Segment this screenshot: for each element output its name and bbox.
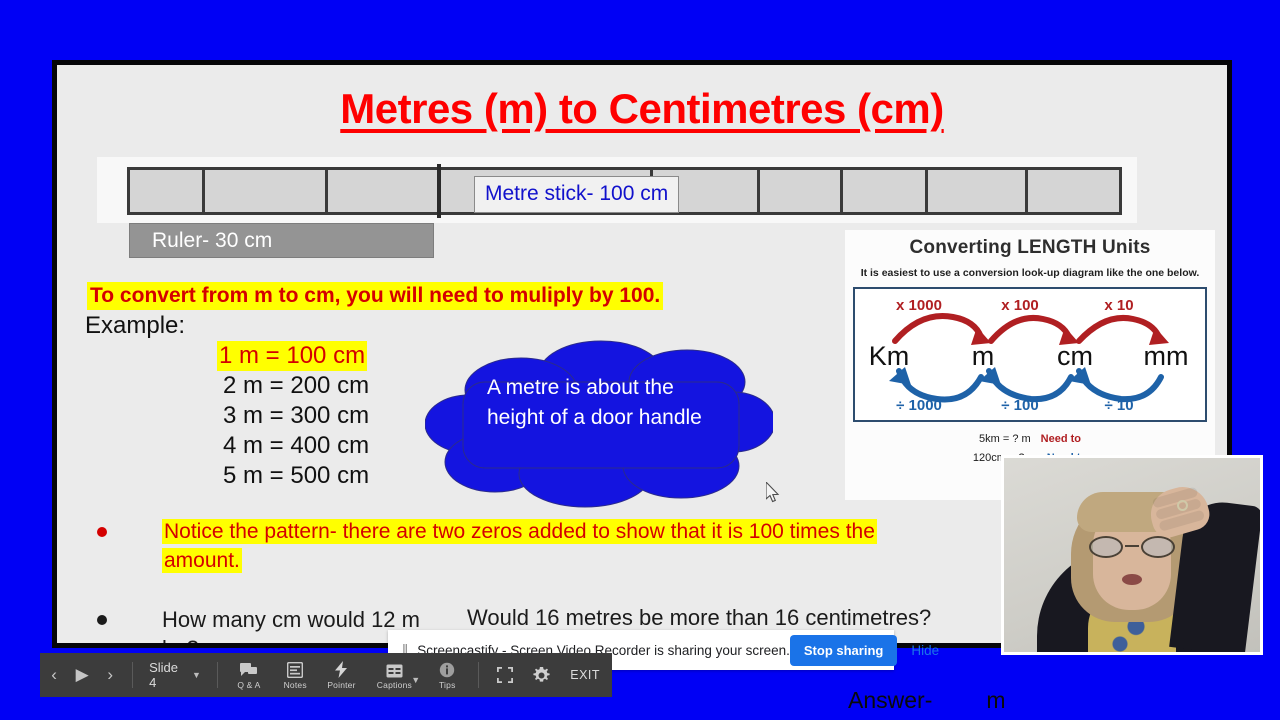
bullet-icon	[97, 527, 107, 537]
cloud-callout: A metre is about the height of a door ha…	[425, 338, 773, 510]
answer-line: Answer-m	[848, 687, 1006, 714]
example-row: 3 m = 300 cm	[223, 402, 370, 429]
example-row: 1 m = 100 cm	[217, 341, 368, 371]
convert-rule-text: To convert from m to cm, you will need t…	[87, 282, 664, 310]
toolbar-divider	[216, 662, 218, 688]
example-row: 2 m = 200 cm	[223, 372, 370, 399]
length-example-row: 5km = ? m Need to	[845, 430, 1215, 449]
length-card-title: Converting LENGTH Units	[909, 237, 1151, 258]
answer-unit: m	[986, 687, 1006, 713]
notes-label: Notes	[283, 679, 307, 690]
glasses-icon	[1089, 536, 1175, 558]
unit-label-m: m	[971, 341, 995, 371]
presentation-screen: Metres (m) to Centimetres (cm) Metre sti…	[0, 0, 1280, 720]
chevron-down-icon[interactable]: ▼	[411, 675, 420, 685]
example-label: Example:	[85, 312, 186, 339]
ruler-tick-major	[437, 164, 441, 218]
ruler-tick	[202, 170, 205, 212]
ruler-tick	[325, 170, 328, 212]
qa-label: Q & A	[237, 679, 261, 690]
ruler-tick	[757, 170, 760, 212]
unit-label-cm: cm	[1057, 341, 1093, 371]
question-right: Would 16 metres be more than 16 centimet…	[467, 605, 932, 630]
notes-icon	[287, 661, 304, 678]
stop-sharing-button[interactable]: Stop sharing	[789, 634, 898, 666]
tips-label: Tips	[438, 679, 456, 690]
ruler-bar: Ruler- 30 cm	[129, 223, 434, 258]
webcam-person-mouth	[1122, 574, 1142, 585]
ruler-tick	[1025, 170, 1028, 212]
unit-label-km: Km	[868, 341, 910, 371]
divide-label: ÷ 100	[1001, 397, 1039, 414]
exit-button[interactable]: EXIT	[570, 668, 600, 682]
previous-slide-button[interactable]: ‹	[40, 665, 68, 685]
example-list: 1 m = 100 cm 2 m = 200 cm 3 m = 300 cm 4…	[217, 341, 369, 491]
length-card-subtitle: It is easiest to use a conversion look-u…	[860, 267, 1200, 279]
settings-gear-button[interactable]	[533, 666, 550, 684]
chevron-down-icon: ▼	[192, 670, 201, 680]
length-example-answer: Need to	[1040, 433, 1081, 445]
presenter-toolbar: ‹ ▶ › Slide 4 ▼ Q & A Notes Pointer Capt…	[40, 653, 612, 697]
captions-icon	[386, 661, 403, 678]
pointer-label: Pointer	[327, 679, 356, 690]
captions-button[interactable]: Captions ▼	[365, 661, 425, 690]
length-conversion-diagram: x 1000 x 100 x 10 Km m cm mm ÷ 1000 ÷ 10…	[853, 287, 1207, 422]
mouse-cursor	[765, 480, 780, 503]
pointer-button[interactable]: Pointer	[318, 660, 364, 690]
notes-button[interactable]: Notes	[272, 661, 318, 690]
fullscreen-button[interactable]	[497, 666, 514, 684]
next-slide-button[interactable]: ›	[96, 665, 124, 685]
unit-label-mm: mm	[1143, 341, 1189, 371]
page-title: Metres (m) to Centimetres (cm)	[340, 85, 944, 132]
play-button[interactable]: ▶	[68, 665, 96, 685]
example-row: 5 m = 500 cm	[223, 462, 370, 489]
tips-button[interactable]: Tips	[424, 661, 470, 690]
ruler-tick	[840, 170, 843, 212]
qa-icon	[240, 661, 258, 678]
bullet-icon	[97, 615, 107, 625]
toolbar-divider	[478, 662, 480, 688]
toolbar-divider	[132, 662, 134, 688]
slide-number-label: Slide 4	[149, 660, 179, 690]
hide-button[interactable]: Hide	[911, 643, 939, 658]
ruler-tick	[925, 170, 928, 212]
metre-stick-label: Metre stick- 100 cm	[474, 176, 680, 213]
webcam-person-ring	[1177, 500, 1188, 511]
notice-bullet-row: Notice the pattern- there are two zeros …	[97, 517, 917, 575]
length-example-question: 5km = ? m	[979, 433, 1031, 445]
answer-prefix: Answer-	[848, 687, 933, 713]
webcam-overlay[interactable]	[1001, 455, 1263, 655]
pointer-icon	[334, 660, 349, 678]
ruler-label: Ruler- 30 cm	[152, 229, 273, 252]
divide-label: ÷ 1000	[896, 397, 942, 414]
cloud-text: A metre is about the height of a door ha…	[487, 376, 702, 429]
notice-text: Notice the pattern- there are two zeros …	[162, 519, 877, 573]
divide-label: ÷ 10	[1104, 397, 1134, 414]
qa-button[interactable]: Q & A	[226, 661, 272, 690]
captions-label: Captions	[376, 679, 412, 690]
example-row: 4 m = 400 cm	[223, 432, 370, 459]
slide-selector[interactable]: Slide 4 ▼	[141, 660, 209, 690]
tips-icon	[439, 661, 455, 678]
